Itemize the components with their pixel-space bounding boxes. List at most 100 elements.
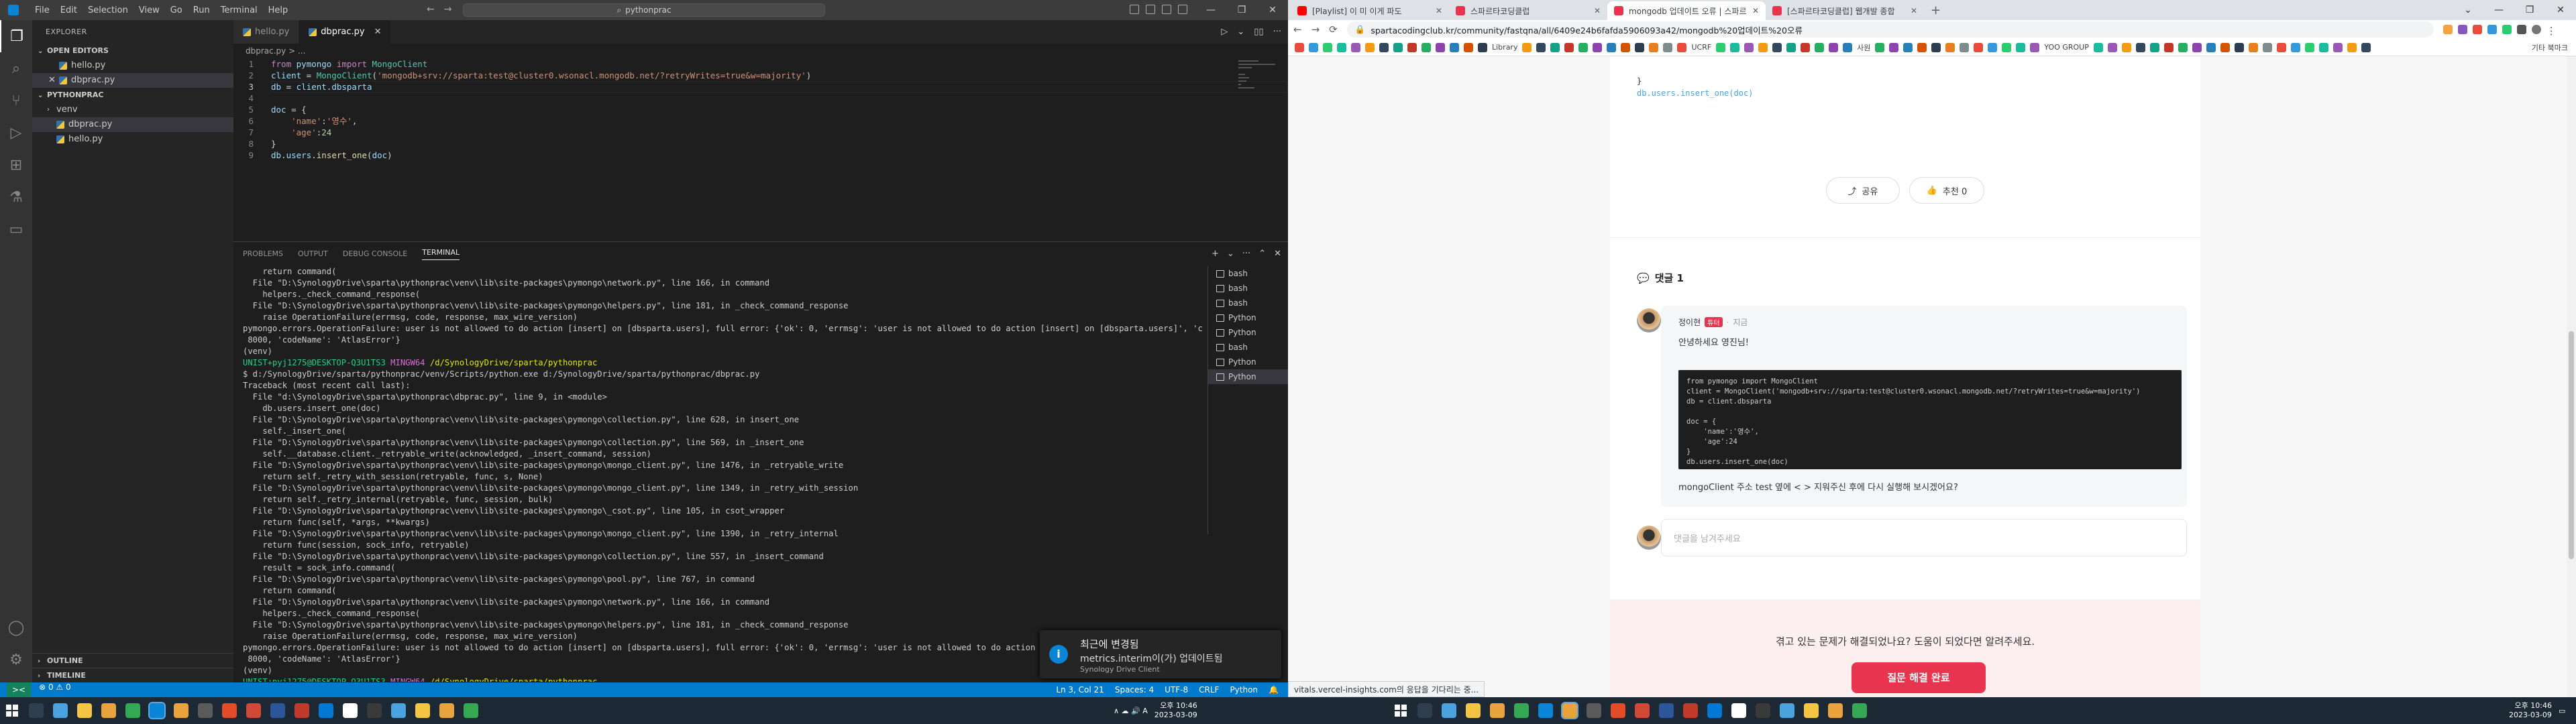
bookmark-icon[interactable] bbox=[1393, 42, 1403, 52]
bookmark-icon[interactable] bbox=[1917, 42, 1927, 52]
taskbar-app-icon[interactable] bbox=[1606, 697, 1630, 724]
bookmark-icon[interactable] bbox=[1974, 42, 1984, 52]
menu-item-go[interactable]: Go bbox=[165, 5, 188, 15]
bookmark-icon[interactable] bbox=[2149, 42, 2159, 52]
run-icon[interactable]: ▷ bbox=[1221, 27, 1228, 37]
share-button[interactable]: ⤴ 공유 bbox=[1826, 177, 1900, 204]
bookmark-icon[interactable] bbox=[1677, 42, 1687, 52]
bookmark-icon[interactable] bbox=[2248, 42, 2258, 52]
bookmark-icon[interactable] bbox=[1607, 42, 1617, 52]
taskbar-app-icon[interactable] bbox=[169, 697, 193, 724]
bookmark-icon[interactable] bbox=[2206, 42, 2216, 52]
tab-search-icon[interactable]: ⌄ bbox=[2453, 0, 2483, 20]
bookmark-icon[interactable] bbox=[1931, 42, 1941, 52]
new-tab-icon[interactable]: + bbox=[1924, 1, 1947, 20]
bookmark-icon[interactable] bbox=[1730, 42, 1740, 52]
bookmark-yoo-group[interactable]: YOO GROUP bbox=[2044, 43, 2088, 52]
taskbar-app-icon[interactable] bbox=[1654, 697, 1678, 724]
tab-terminal[interactable]: TERMINAL bbox=[422, 248, 460, 260]
bookmark-icon[interactable] bbox=[1309, 42, 1318, 52]
breadcrumb[interactable]: dbprac.py > ... bbox=[233, 44, 1288, 58]
tab-debug-console[interactable]: DEBUG CONSOLE bbox=[343, 249, 407, 258]
bookmark-ucrf[interactable]: UCRF bbox=[1691, 43, 1711, 52]
chevron-down-icon[interactable]: ⌄ bbox=[1237, 27, 1244, 37]
code-editor[interactable]: 1 from pymongo import MongoClient 2 client … bbox=[233, 58, 1288, 241]
maximize-icon[interactable]: ❐ bbox=[1226, 0, 1257, 20]
bookmark-icon[interactable] bbox=[1450, 42, 1459, 52]
menu-item-view[interactable]: View bbox=[133, 5, 165, 15]
open-editor-item[interactable]: hello.py bbox=[32, 58, 233, 73]
bookmark-icon[interactable] bbox=[1744, 42, 1754, 52]
menu-item-run[interactable]: Run bbox=[188, 5, 215, 15]
taskbar-app-icon[interactable] bbox=[362, 697, 386, 724]
testing-icon[interactable]: ⚗ bbox=[0, 181, 32, 213]
terminal-instance-python[interactable]: Python bbox=[1208, 310, 1288, 325]
taskbar-app-icon[interactable] bbox=[411, 697, 435, 724]
bookmark-icon[interactable] bbox=[1758, 42, 1768, 52]
taskbar-app-icon[interactable] bbox=[1678, 697, 1703, 724]
bookmark-icon[interactable] bbox=[1815, 42, 1825, 52]
resolve-button[interactable]: 질문 해결 완료 bbox=[1851, 662, 1986, 693]
taskbar-app-icon[interactable] bbox=[1389, 697, 1413, 724]
notification-center-icon[interactable]: ▭ bbox=[2559, 707, 2565, 715]
project-section[interactable]: ⌄ PYTHONPRAC bbox=[32, 88, 233, 103]
menu-item-help[interactable]: Help bbox=[263, 5, 294, 15]
bookmark-icon[interactable] bbox=[1786, 42, 1796, 52]
taskbar-app-icon[interactable] bbox=[459, 697, 483, 724]
bookmark-icon[interactable] bbox=[1716, 42, 1726, 52]
toggle-panel-icon[interactable] bbox=[1146, 5, 1155, 14]
bookmark-other[interactable]: 기타 북마크 bbox=[2532, 42, 2576, 53]
bookmark-icon[interactable] bbox=[1772, 42, 1782, 52]
new-terminal-icon[interactable]: + bbox=[1212, 249, 1219, 259]
taskbar-app-icon[interactable] bbox=[145, 697, 169, 724]
close-tab-icon[interactable]: ✕ bbox=[1752, 6, 1759, 15]
bookmark-icon[interactable] bbox=[1649, 42, 1659, 52]
close-tab-icon[interactable]: ✕ bbox=[1436, 6, 1442, 15]
bookmark-icon[interactable] bbox=[1635, 42, 1645, 52]
more-actions-icon[interactable]: ··· bbox=[1273, 27, 1281, 37]
bookmark-icon[interactable] bbox=[1323, 42, 1332, 52]
taskbar-app-icon[interactable] bbox=[0, 697, 24, 724]
forward-arrow-icon[interactable]: → bbox=[444, 4, 452, 15]
bookmark-icon[interactable] bbox=[2276, 42, 2286, 52]
recommend-button[interactable]: 👍 추천 0 bbox=[1909, 177, 1984, 204]
close-tab-icon[interactable]: ✕ bbox=[1911, 6, 1917, 15]
taskbar-app-icon[interactable] bbox=[386, 697, 411, 724]
open-editor-item[interactable]: ✕ dbprac.py bbox=[32, 73, 233, 88]
bookmark-icon[interactable] bbox=[1550, 42, 1560, 52]
source-control-icon[interactable]: ⑂ bbox=[0, 84, 32, 117]
bookmark-icon[interactable] bbox=[1436, 42, 1445, 52]
bookmark-icon[interactable] bbox=[2121, 42, 2131, 52]
menu-item-edit[interactable]: Edit bbox=[55, 5, 83, 15]
status-language[interactable]: Python bbox=[1230, 685, 1258, 695]
taskbar-app-icon[interactable] bbox=[1413, 697, 1437, 724]
menu-item-file[interactable]: File bbox=[30, 5, 55, 15]
terminal-instance-bash[interactable]: bash bbox=[1208, 340, 1288, 355]
maximize-icon[interactable]: ❐ bbox=[2514, 0, 2545, 20]
tab-dbprac-py[interactable]: dbprac.py ✕ bbox=[299, 20, 392, 44]
taskbar-app-icon[interactable] bbox=[435, 697, 459, 724]
terminal-instance-python[interactable]: Python bbox=[1208, 355, 1288, 369]
remote-indicator-icon[interactable]: >< bbox=[7, 682, 32, 697]
close-tab-icon[interactable]: ✕ bbox=[1594, 6, 1601, 15]
terminal-output[interactable]: return command( File "D:\SynologyDrive\s… bbox=[243, 266, 1202, 682]
menu-item-selection[interactable]: Selection bbox=[83, 5, 133, 15]
minimap[interactable] bbox=[1238, 58, 1279, 145]
taskbar-app-icon[interactable] bbox=[121, 697, 145, 724]
terminal-instance-python[interactable]: Python bbox=[1208, 325, 1288, 340]
terminal-instance-bash[interactable]: bash bbox=[1208, 296, 1288, 310]
bookmark-icon[interactable] bbox=[1621, 42, 1631, 52]
taskbar-app-icon[interactable] bbox=[241, 697, 266, 724]
bookmark-icon[interactable] bbox=[2107, 42, 2117, 52]
taskbar-app-icon[interactable] bbox=[97, 697, 121, 724]
bookmark-icon[interactable] bbox=[1421, 42, 1431, 52]
bookmark-icon[interactable] bbox=[1843, 42, 1853, 52]
taskbar-app-icon[interactable] bbox=[1534, 697, 1558, 724]
bookmark-icon[interactable] bbox=[1945, 42, 1955, 52]
extension-icon[interactable] bbox=[2472, 25, 2482, 34]
bookmark-icon[interactable] bbox=[1889, 42, 1899, 52]
bookmark-icon[interactable] bbox=[1379, 42, 1389, 52]
search-icon[interactable]: ⌕ bbox=[0, 52, 32, 84]
bookmark-icon[interactable] bbox=[2178, 42, 2188, 52]
bookmark-icon[interactable] bbox=[1536, 42, 1546, 52]
